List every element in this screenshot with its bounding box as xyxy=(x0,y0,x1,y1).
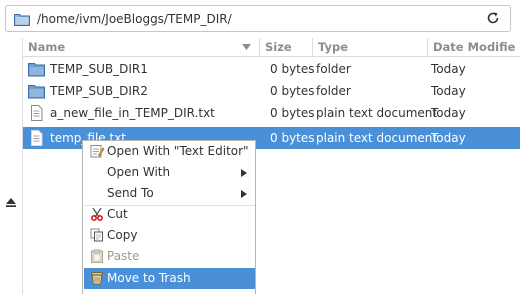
file-date: Today xyxy=(431,106,466,120)
menu-paste[interactable]: Paste xyxy=(84,246,255,267)
copy-icon xyxy=(90,228,103,242)
file-size: 0 bytes xyxy=(270,84,315,98)
menu-label: Open With "Text Editor" xyxy=(107,144,249,158)
file-type: folder xyxy=(316,84,351,98)
location-path[interactable]: /home/ivm/JoeBloggs/TEMP_DIR/ xyxy=(37,12,232,26)
file-date: Today xyxy=(431,84,466,98)
trash-icon xyxy=(91,272,103,285)
file-size: 0 bytes xyxy=(270,62,315,76)
menu-copy[interactable]: Copy xyxy=(84,225,255,246)
menu-label: Move to Trash xyxy=(107,271,191,285)
file-row[interactable]: TEMP_SUB_DIR1 0 bytes folder Today xyxy=(23,58,520,80)
folder-icon xyxy=(14,14,30,26)
menu-move-to-trash[interactable]: Move to Trash xyxy=(84,268,255,289)
file-row[interactable]: a_new_file_in_TEMP_DIR.txt 0 bytes plain… xyxy=(23,102,520,124)
submenu-arrow-icon xyxy=(241,169,247,177)
menu-label: Paste xyxy=(107,249,140,263)
paste-icon xyxy=(91,249,103,263)
scissors-icon xyxy=(91,207,103,221)
file-size: 0 bytes xyxy=(270,106,315,120)
column-header-name[interactable]: Name xyxy=(23,38,259,56)
file-date: Today xyxy=(431,62,466,76)
eject-icon[interactable] xyxy=(5,196,17,208)
menu-label: Send To xyxy=(107,186,154,200)
column-header-type[interactable]: Type xyxy=(312,38,427,56)
file-date: Today xyxy=(431,131,466,145)
file-name: TEMP_SUB_DIR1 xyxy=(50,62,148,76)
location-bar[interactable]: /home/ivm/JoeBloggs/TEMP_DIR/ xyxy=(5,5,511,32)
menu-cut[interactable]: Cut xyxy=(84,204,255,225)
file-size: 0 bytes xyxy=(270,131,315,145)
submenu-arrow-icon xyxy=(241,190,247,198)
menu-open-with-text-editor[interactable]: Open With "Text Editor" xyxy=(84,141,255,162)
file-type: folder xyxy=(316,62,351,76)
file-type: plain text document xyxy=(316,131,438,145)
file-row[interactable]: TEMP_SUB_DIR2 0 bytes folder Today xyxy=(23,80,520,102)
file-type: plain text document xyxy=(316,106,438,120)
menu-send-to[interactable]: Send To xyxy=(84,183,255,204)
folder-icon xyxy=(28,85,45,99)
sidebar xyxy=(0,38,23,294)
column-header-row: Name Size Type Date Modifie xyxy=(23,38,520,57)
text-editor-icon xyxy=(90,145,104,158)
folder-icon xyxy=(28,63,45,77)
file-name: TEMP_SUB_DIR2 xyxy=(50,84,148,98)
menu-label: Open With xyxy=(107,165,171,179)
reload-icon[interactable] xyxy=(486,11,500,25)
sort-descending-icon[interactable] xyxy=(242,44,251,50)
text-file-icon xyxy=(31,130,43,146)
menu-open-with[interactable]: Open With xyxy=(84,162,255,183)
menu-label: Cut xyxy=(107,207,128,221)
column-header-size[interactable]: Size xyxy=(259,38,312,56)
file-name: a_new_file_in_TEMP_DIR.txt xyxy=(50,106,215,120)
context-menu: Open With "Text Editor" Open With Send T… xyxy=(82,140,256,294)
text-file-icon xyxy=(31,105,43,121)
column-header-date[interactable]: Date Modifie xyxy=(427,38,520,56)
menu-label: Copy xyxy=(107,228,138,242)
